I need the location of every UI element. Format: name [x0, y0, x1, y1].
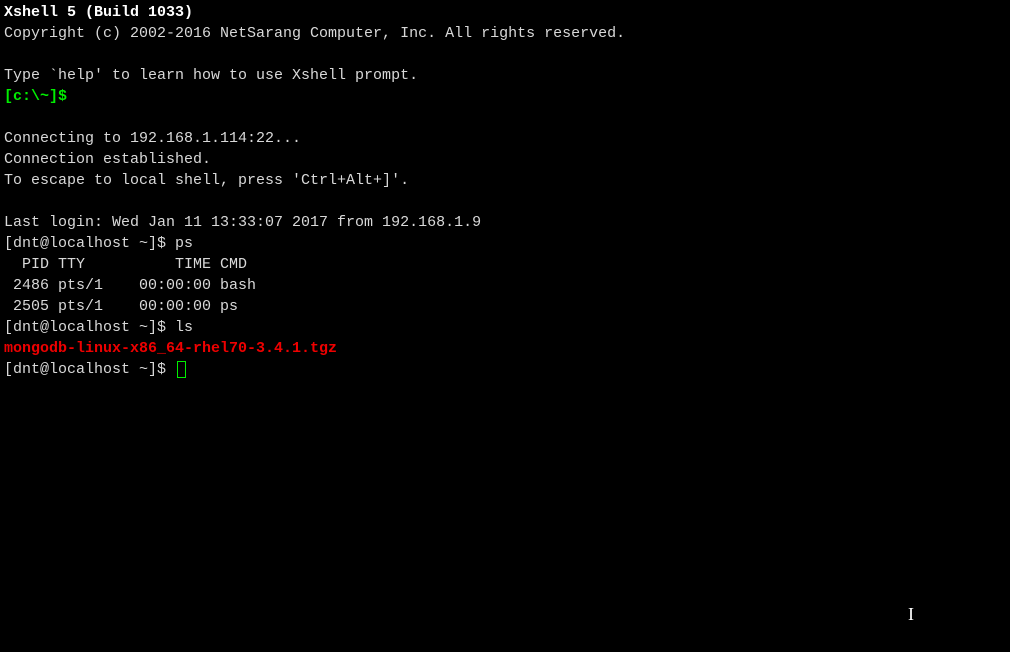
connecting-text: Connecting to 192.168.1.114:22... [4, 128, 1006, 149]
cursor[interactable] [177, 361, 186, 378]
blank-line [4, 107, 1006, 128]
command-ps: ps [175, 235, 193, 252]
local-prompt: [c:\~]$ [4, 88, 67, 105]
escape-text: To escape to local shell, press 'Ctrl+Al… [4, 170, 1006, 191]
copyright-text: Copyright (c) 2002-2016 NetSarang Comput… [4, 23, 1006, 44]
shell-prompt: [dnt@localhost ~]$ [4, 319, 175, 336]
text-cursor-icon [908, 604, 920, 624]
established-text: Connection established. [4, 149, 1006, 170]
shell-prompt: [dnt@localhost ~]$ [4, 235, 175, 252]
ls-file: mongodb-linux-x86_64-rhel70-3.4.1.tgz [4, 340, 337, 357]
last-login: Last login: Wed Jan 11 13:33:07 2017 fro… [4, 212, 1006, 233]
ps-header: PID TTY TIME CMD [4, 254, 1006, 275]
ps-row: 2486 pts/1 00:00:00 bash [4, 275, 1006, 296]
app-title: Xshell 5 (Build 1033) [4, 4, 193, 21]
terminal-output[interactable]: Xshell 5 (Build 1033) Copyright (c) 2002… [4, 2, 1006, 380]
shell-prompt: [dnt@localhost ~]$ [4, 361, 175, 378]
blank-line [4, 44, 1006, 65]
blank-line [4, 191, 1006, 212]
ps-row: 2505 pts/1 00:00:00 ps [4, 296, 1006, 317]
help-hint: Type `help' to learn how to use Xshell p… [4, 65, 1006, 86]
command-ls: ls [175, 319, 193, 336]
